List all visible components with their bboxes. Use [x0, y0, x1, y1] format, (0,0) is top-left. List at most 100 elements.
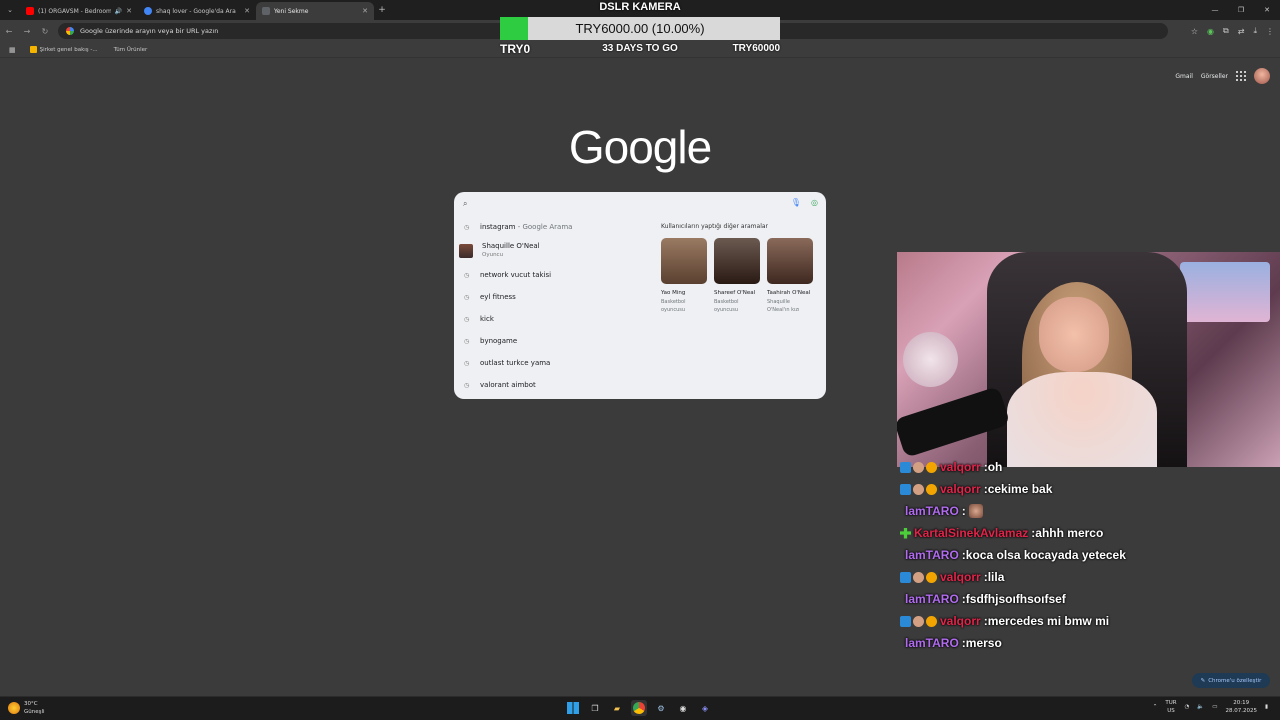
bookmark-star-icon[interactable]: ☆: [1191, 27, 1198, 36]
chat-text: ahhh merco: [1035, 526, 1104, 540]
paw-badge-icon: [913, 615, 924, 627]
close-icon[interactable]: ✕: [126, 7, 132, 15]
tab-google-search[interactable]: shaq lover - Google'da Ara ✕: [138, 2, 256, 20]
blue-badge-icon: [900, 615, 911, 627]
search-dropdown: ⌕ 🎙 ◎ ◷ instagram - Google Arama Shaquil…: [454, 192, 826, 399]
language-bottom: US: [1167, 708, 1175, 714]
tab-youtube[interactable]: (1) ORGAVSM - Bedroom P 🔊 ✕: [20, 2, 138, 20]
related-card[interactable]: Taahirah O'Neal Shaquille O'Neal'ın kızı: [767, 238, 813, 314]
chat-text: fsdfhjsoıfhsoıfsef: [965, 592, 1066, 606]
account-avatar[interactable]: [1254, 68, 1270, 84]
green-badge-icon: [900, 527, 911, 539]
chat-emote-icon: [968, 504, 983, 518]
menu-icon[interactable]: ⋮: [1266, 27, 1274, 36]
images-link[interactable]: Görseller: [1201, 73, 1228, 80]
bookmark-item[interactable]: Şirket genel bakış -...: [29, 46, 98, 53]
forward-icon[interactable]: →: [18, 27, 36, 36]
related-card[interactable]: Shareef O'Neal Basketbol oyuncusu: [714, 238, 760, 314]
microphone-icon[interactable]: 🎙: [791, 198, 801, 207]
restore-icon[interactable]: ❐: [1228, 0, 1254, 20]
chat-separator: :: [961, 504, 966, 518]
apps-grid-icon[interactable]: ▦: [9, 46, 16, 54]
related-name: Shareef O'Neal: [714, 290, 756, 296]
suggestion-text: instagram: [480, 223, 516, 231]
new-tab-button[interactable]: +: [374, 5, 390, 15]
back-icon[interactable]: ←: [0, 27, 18, 36]
weather-widget[interactable]: 30°C Güneşli: [8, 700, 45, 716]
search-input[interactable]: ⌕ 🎙 ◎: [454, 192, 826, 216]
suggestion-text: network vucut takisi: [480, 271, 552, 279]
windows-taskbar: 30°C Güneşli ❐ ▰ ⚙ ◉ ◈ ⌃ TUR US ◔ 🔈 ▭ 20…: [0, 696, 1280, 720]
suggestion-item[interactable]: ◷ bynogame: [454, 330, 654, 352]
google-apps-icon[interactable]: [1236, 71, 1246, 81]
reload-icon[interactable]: ↻: [36, 27, 54, 36]
weather-desc: Güneşli: [24, 709, 45, 715]
extension-icon[interactable]: ◉: [1207, 27, 1214, 36]
chat-message: lamTARO:: [900, 500, 1126, 522]
google-lens-icon[interactable]: ◎: [811, 198, 818, 207]
chevron-up-icon[interactable]: ⌃: [1153, 704, 1158, 710]
suggestion-item-person[interactable]: Shaquille O'Neal Oyuncu: [454, 238, 654, 264]
steam-icon[interactable]: ⚙: [653, 700, 669, 716]
new-tab-icon: [262, 7, 270, 15]
chat-message: valqorr: lila: [900, 566, 1126, 588]
obs-icon[interactable]: ◉: [675, 700, 691, 716]
history-icon: ◷: [464, 293, 470, 301]
battery-icon[interactable]: ▭: [1212, 704, 1217, 710]
customize-chrome-button[interactable]: ✎ Chrome'u özelleştir: [1192, 673, 1270, 688]
minimize-icon[interactable]: —: [1202, 0, 1228, 20]
suggestion-item[interactable]: ◷ eyl fitness: [454, 286, 654, 308]
chat-overlay: valqorr: oh valqorr: cekime bak lamTARO: K…: [900, 458, 1280, 658]
tab-search-icon[interactable]: ⌄: [0, 0, 20, 20]
language-indicator[interactable]: TUR US: [1165, 699, 1176, 715]
tab-new-tab[interactable]: Yeni Sekme ✕: [256, 2, 374, 20]
suggestion-item[interactable]: ◷ kick: [454, 308, 654, 330]
chat-text: cekime bak: [987, 482, 1053, 496]
chat-username: KartalSinekAvlamaz: [914, 526, 1029, 540]
wifi-icon[interactable]: ◔: [1185, 704, 1190, 710]
suggestion-item[interactable]: ◷ valorant aimbot: [454, 374, 654, 396]
window-controls: — ❐ ✕: [1202, 0, 1280, 20]
close-window-icon[interactable]: ✕: [1254, 0, 1280, 20]
volume-icon[interactable]: 🔈: [1197, 704, 1204, 710]
chat-username: valqorr: [940, 570, 981, 584]
start-icon[interactable]: [565, 700, 581, 716]
task-view-icon[interactable]: ❐: [587, 700, 603, 716]
file-explorer-icon[interactable]: ▰: [609, 700, 625, 716]
gold-badge-icon: [926, 571, 937, 583]
gmail-link[interactable]: Gmail: [1175, 73, 1193, 80]
weather-temp: 30°C: [24, 701, 38, 707]
related-image: [661, 238, 707, 284]
chat-username: lamTARO: [905, 636, 959, 650]
download-icon[interactable]: ⤓: [1253, 26, 1257, 36]
close-icon[interactable]: ✕: [362, 7, 368, 15]
history-icon: ◷: [464, 315, 470, 323]
suggestion-item[interactable]: ◷ network vucut takisi: [454, 264, 654, 286]
notification-icon[interactable]: ▮: [1265, 704, 1268, 710]
close-icon[interactable]: ✕: [244, 7, 250, 15]
discord-icon[interactable]: ◈: [697, 700, 713, 716]
blue-badge-icon: [900, 461, 911, 473]
chat-message: valqorr: oh: [900, 458, 1126, 478]
bookmark-item[interactable]: Tüm Ürünler: [114, 47, 148, 53]
chrome-icon[interactable]: [631, 700, 647, 716]
chat-username: lamTARO: [905, 592, 959, 606]
related-card[interactable]: Yao Ming Basketbol oyuncusu: [661, 238, 707, 314]
customize-label: Chrome'u özelleştir: [1208, 677, 1262, 684]
clock[interactable]: 20:19 28.07.2025: [1225, 699, 1257, 715]
suggestion-text: eyl fitness: [480, 293, 516, 301]
chat-username: valqorr: [940, 482, 981, 496]
tab-cast-icon[interactable]: ⇄: [1238, 27, 1245, 36]
extensions-puzzle-icon[interactable]: ⧉: [1223, 26, 1229, 36]
bookmark-label: Şirket genel bakış -...: [39, 46, 98, 53]
chat-text: merso: [965, 636, 1002, 650]
plush-toy: [903, 332, 958, 387]
chat-message: KartalSinekAvlamaz: ahhh merco: [900, 522, 1126, 544]
search-icon: ⌕: [463, 199, 468, 208]
suggestion-item[interactable]: ◷ instagram - Google Arama: [454, 216, 654, 238]
chat-message: lamTARO: fsdfhjsoıfhsoıfsef: [900, 588, 1126, 610]
speaker-icon[interactable]: 🔊: [115, 8, 122, 15]
suggestion-item[interactable]: ◷ outlast turkce yama: [454, 352, 654, 374]
suggestion-text: outlast turkce yama: [480, 359, 551, 367]
chat-text: lila: [987, 570, 1005, 584]
